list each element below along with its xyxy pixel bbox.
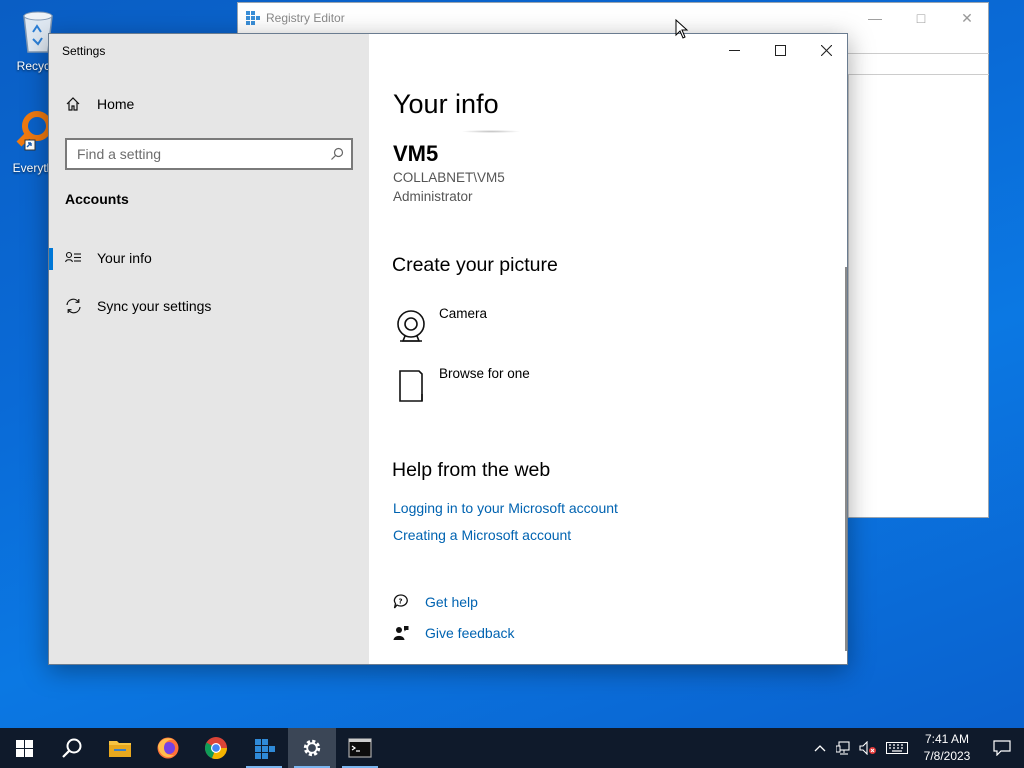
keyboard-tray-button[interactable] (880, 742, 914, 754)
registry-editor-icon (255, 739, 275, 759)
mouse-cursor-icon (675, 19, 689, 39)
sidebar-item-sync-settings[interactable]: Sync your settings (49, 286, 369, 326)
camera-option[interactable]: Camera (393, 306, 487, 346)
regedit-address-bar[interactable] (848, 53, 989, 75)
browse-option[interactable]: Browse for one (393, 366, 530, 406)
taskbar-search-button[interactable] (48, 728, 96, 768)
get-help-label: Get help (425, 594, 478, 610)
chevron-up-icon (814, 745, 826, 752)
system-tray: 7:41 AM 7/8/2023 (808, 728, 1024, 768)
firefox-icon (157, 737, 179, 759)
content-scrollbar[interactable] (845, 267, 847, 651)
settings-sidebar: Settings Home Accounts Your info Sync yo (49, 34, 369, 664)
browse-label: Browse for one (439, 366, 530, 381)
clock-time: 7:41 AM (924, 732, 970, 746)
volume-tray-button[interactable] (856, 741, 880, 755)
user-list-icon (65, 251, 83, 265)
registry-icon (246, 11, 260, 25)
settings-content: Your info VM5 COLLABNET\VM5 Administrato… (369, 34, 847, 664)
page-title: Your info (393, 89, 499, 119)
network-icon (836, 741, 850, 755)
svg-text:?: ? (399, 598, 403, 606)
regedit-minimize-button[interactable]: — (852, 3, 898, 33)
regedit-values-pane[interactable] (848, 75, 989, 517)
action-center-button[interactable] (980, 740, 1024, 756)
settings-window[interactable]: Settings Home Accounts Your info Sync yo (48, 33, 848, 665)
taskbar-settings[interactable] (288, 728, 336, 768)
window-title: Settings (62, 44, 106, 58)
create-picture-heading: Create your picture (392, 254, 558, 276)
keyboard-icon (886, 742, 908, 754)
volume-muted-icon (859, 741, 876, 755)
network-tray-button[interactable] (832, 741, 856, 755)
get-help-link[interactable]: ? Get help (393, 594, 478, 610)
home-label: Home (97, 96, 135, 112)
help-heading: Help from the web (392, 459, 551, 481)
document-icon (393, 366, 429, 406)
show-hidden-icons-button[interactable] (808, 744, 832, 752)
windows-logo-icon (15, 739, 33, 757)
give-feedback-label: Give feedback (425, 625, 515, 641)
taskbar-clock[interactable]: 7:41 AM 7/8/2023 (914, 731, 980, 765)
clock-date: 7/8/2023 (923, 749, 971, 763)
help-link-creating-account[interactable]: Creating a Microsoft account (393, 527, 571, 543)
search-icon (62, 738, 82, 758)
camera-label: Camera (439, 306, 488, 321)
regedit-maximize-button[interactable]: □ (898, 3, 944, 33)
search-input[interactable] (77, 146, 323, 162)
section-title-accounts: Accounts (65, 191, 129, 207)
feedback-icon (393, 625, 411, 641)
avatar-shadow (461, 130, 521, 133)
home-link[interactable]: Home (65, 96, 134, 112)
notification-icon (993, 740, 1011, 756)
taskbar-command-prompt[interactable] (336, 728, 384, 768)
gear-icon (303, 739, 321, 757)
user-role: Administrator (393, 189, 473, 204)
taskbar-firefox[interactable] (144, 728, 192, 768)
taskbar-chrome[interactable] (192, 728, 240, 768)
home-icon (65, 96, 83, 112)
user-name: VM5 (393, 141, 439, 166)
sidebar-item-label: Sync your settings (97, 298, 212, 314)
get-help-icon: ? (393, 594, 411, 610)
search-box[interactable] (65, 138, 353, 170)
taskbar-registry-editor[interactable] (240, 728, 288, 768)
chrome-icon (204, 737, 228, 760)
sidebar-item-label: Your info (97, 250, 152, 266)
taskbar: 7:41 AM 7/8/2023 (0, 728, 1024, 768)
command-prompt-icon (348, 738, 372, 758)
start-button[interactable] (0, 728, 48, 768)
regedit-title: Registry Editor (266, 11, 345, 25)
user-domain: COLLABNET\VM5 (393, 170, 505, 185)
camera-icon (393, 306, 429, 346)
folder-icon (109, 741, 131, 757)
regedit-close-button[interactable]: ✕ (944, 3, 990, 33)
give-feedback-link[interactable]: Give feedback (393, 625, 515, 641)
sync-icon (65, 298, 83, 314)
help-link-logging-in[interactable]: Logging in to your Microsoft account (393, 500, 618, 516)
search-icon[interactable] (323, 147, 351, 161)
sidebar-item-your-info[interactable]: Your info (49, 238, 369, 278)
taskbar-file-explorer[interactable] (96, 728, 144, 768)
